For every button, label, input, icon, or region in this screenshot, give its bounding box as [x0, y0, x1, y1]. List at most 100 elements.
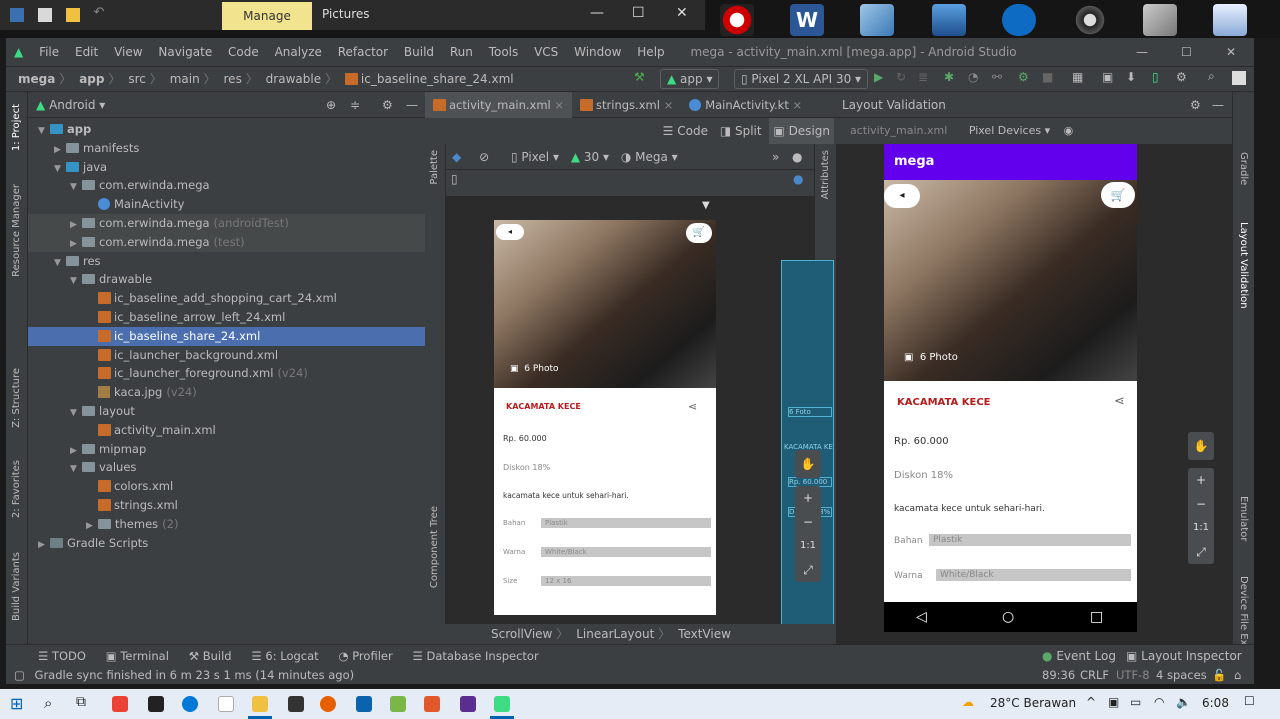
tree-item[interactable]: ▼ app	[28, 120, 425, 139]
gradle-icon[interactable]: ⚙	[1176, 70, 1187, 84]
theme-select[interactable]: ◑ Mega ▾	[621, 150, 678, 164]
tree-item[interactable]: ic_baseline_add_shopping_cart_24.xml	[28, 289, 425, 308]
word-icon[interactable]: W	[790, 4, 824, 36]
tools-icon[interactable]	[1143, 4, 1177, 36]
panel-hide-icon[interactable]: —	[1212, 92, 1224, 118]
webcam-icon[interactable]	[1073, 4, 1107, 36]
layout-inspector-icon[interactable]: ▣	[1102, 70, 1113, 84]
tree-item[interactable]: ▶ manifests	[28, 139, 425, 158]
avd-manager-icon[interactable]: ▯	[1152, 70, 1159, 84]
task-view-icon[interactable]: ⧉	[76, 694, 86, 710]
file-explorer-icon[interactable]	[252, 696, 268, 712]
maximize-icon[interactable]: ☐	[632, 5, 645, 21]
tree-item[interactable]: ic_launcher_foreground.xml (v24)	[28, 364, 425, 383]
profile-icon[interactable]: ◔	[968, 70, 978, 84]
tool-database-inspector[interactable]: ☰ Database Inspector	[413, 645, 539, 667]
tool-build-variants[interactable]: Build Variants	[11, 552, 22, 621]
weather-text[interactable]: 28°C Berawan	[990, 696, 1076, 710]
tree-item[interactable]: kaca.jpg (v24)	[28, 383, 425, 402]
attach-debugger-icon[interactable]: ⚯	[992, 70, 1002, 84]
tool-gradle[interactable]: Gradle	[1238, 152, 1249, 185]
project-view-select[interactable]: Android	[49, 98, 95, 112]
status-message[interactable]: Gradle sync finished in 6 m 23 s 1 ms (1…	[29, 668, 355, 682]
project-structure-icon[interactable]: ▦	[1072, 70, 1083, 84]
wifi-icon[interactable]: ◠	[1154, 695, 1164, 709]
tool-logcat[interactable]: ☰ 6: Logcat	[251, 645, 318, 667]
status-toggle-icon[interactable]: ▢	[6, 668, 25, 682]
ribbon-pictures-tab[interactable]: Pictures	[312, 2, 392, 30]
help-icon[interactable]: ●	[793, 172, 803, 186]
nav-home-icon[interactable]: ○	[1002, 602, 1014, 632]
back-button[interactable]: ◂	[496, 224, 524, 240]
menu-tools[interactable]: Tools	[483, 38, 525, 66]
tool-layout-inspector[interactable]: ▣ Layout Inspector	[1126, 645, 1242, 667]
file-encoding[interactable]: UTF-8	[1116, 666, 1150, 684]
menu-analyze[interactable]: Analyze	[269, 38, 328, 66]
android-studio-icon[interactable]	[494, 696, 510, 712]
tool-build[interactable]: ⚒ Build	[189, 645, 232, 667]
tool-favorites[interactable]: 2: Favorites	[11, 460, 22, 518]
zoom-fit-button[interactable]: ⤢	[795, 558, 821, 582]
zoom-out-button[interactable]: −	[1188, 492, 1214, 516]
tool-resource-manager[interactable]: Resource Manager	[11, 184, 22, 277]
back-button[interactable]: ◂	[884, 184, 920, 208]
tree-item[interactable]: colors.xml	[28, 477, 425, 496]
component-crumb[interactable]: TextView	[678, 627, 731, 641]
apply-code-icon[interactable]: ≣	[918, 70, 928, 84]
notifications-icon[interactable]: ☐	[1244, 694, 1255, 708]
quick-access-icon[interactable]	[37, 8, 52, 22]
tree-item[interactable]: ▼ layout	[28, 402, 425, 421]
apply-changes-icon[interactable]: ↻	[896, 70, 906, 84]
pan-hand-icon[interactable]: ✋	[1188, 432, 1214, 460]
breadcrumb-project[interactable]: mega	[6, 67, 55, 91]
breadcrumb-main[interactable]: main	[170, 67, 200, 91]
sdk-manager-icon[interactable]: ⬇	[1126, 70, 1136, 84]
ribbon-manage-tab[interactable]: Manage	[222, 2, 312, 30]
menu-run[interactable]: Run	[444, 38, 479, 66]
windows-start-icon[interactable]: ⊞	[10, 694, 23, 713]
make-project-icon[interactable]: ⚒	[634, 70, 645, 84]
attributes-tab[interactable]: Attributes	[820, 150, 831, 199]
share-icon[interactable]: ⋖	[1114, 394, 1125, 409]
tab-strings[interactable]: strings.xml ×	[572, 92, 681, 118]
box-icon[interactable]	[860, 4, 894, 36]
tool-project[interactable]: 1: Project	[11, 104, 22, 151]
volume-icon[interactable]: 🔈	[1176, 695, 1191, 709]
tree-item[interactable]: ▼ java	[28, 158, 425, 177]
menu-vcs[interactable]: VCS	[528, 38, 564, 66]
collapse-all-icon[interactable]: ≑	[350, 92, 360, 118]
tree-item[interactable]: ▼ values	[28, 458, 425, 477]
mode-code-button[interactable]: ☰ Code	[659, 118, 712, 144]
locate-icon[interactable]: ⊕	[326, 92, 336, 118]
palette-tab[interactable]: Palette	[429, 150, 440, 185]
as-maximize-icon[interactable]: ☐	[1181, 38, 1192, 66]
notification-icon[interactable]: ⌂	[1234, 666, 1241, 684]
zoom-in-button[interactable]: +	[795, 486, 821, 510]
search-icon[interactable]: ⌕	[44, 694, 52, 712]
breadcrumb-res[interactable]: res	[224, 67, 242, 91]
tray-app-icon[interactable]: ▣	[1108, 695, 1119, 709]
stop-icon[interactable]: ■	[1042, 70, 1053, 84]
component-crumb[interactable]: LinearLayout	[576, 627, 654, 641]
clock-time[interactable]: 6:08	[1202, 696, 1229, 710]
tray-chevron-icon[interactable]: ^	[1086, 695, 1096, 709]
breadcrumb-module[interactable]: app	[79, 67, 104, 91]
layers-icon[interactable]: ◆	[452, 150, 461, 164]
breadcrumb-drawable[interactable]: drawable	[266, 67, 321, 91]
menu-window[interactable]: Window	[568, 38, 627, 66]
zoom-in-button[interactable]: +	[1188, 468, 1214, 492]
edge-icon[interactable]	[182, 696, 198, 712]
mail-icon[interactable]	[356, 696, 372, 712]
teamviewer-icon[interactable]	[1002, 4, 1036, 36]
sublime-icon[interactable]	[424, 696, 440, 712]
tool-todo[interactable]: ☰ TODO	[38, 645, 86, 667]
close-icon[interactable]: ✕	[676, 5, 688, 21]
zoom-fit-button[interactable]: ⤢	[1188, 540, 1214, 564]
menu-navigate[interactable]: Navigate	[152, 38, 218, 66]
menu-edit[interactable]: Edit	[69, 38, 104, 66]
computer-icon[interactable]	[932, 4, 966, 36]
tree-item[interactable]: ▼ com.erwinda.mega	[28, 176, 425, 195]
folder-icon[interactable]	[65, 8, 80, 22]
device-for-preview-select[interactable]: ▯ Pixel ▾	[511, 150, 559, 164]
firefox-icon[interactable]	[320, 696, 336, 712]
